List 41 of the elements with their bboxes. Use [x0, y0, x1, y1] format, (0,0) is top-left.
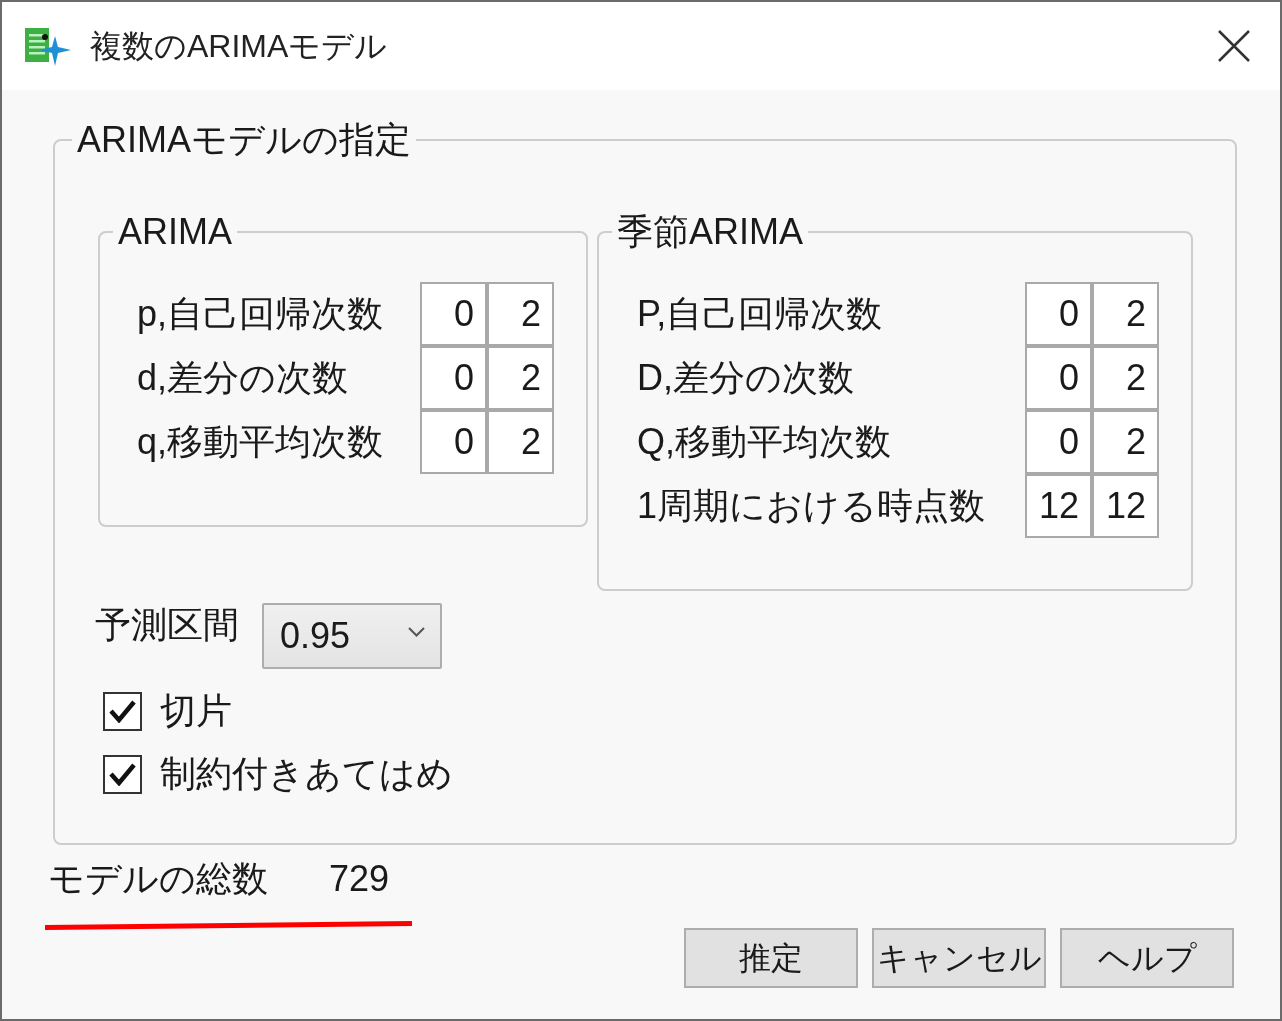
number-field[interactable]: 0 [1025, 410, 1092, 474]
number-field[interactable]: 2 [487, 346, 554, 410]
dialog-button[interactable]: ヘルプ [1060, 928, 1234, 988]
checkmark-icon [109, 762, 136, 786]
number-field[interactable]: 0 [420, 346, 487, 410]
field-label: D,差分の次数 [637, 357, 854, 398]
number-field[interactable]: 12 [1025, 474, 1092, 538]
dialog-button[interactable]: キャンセル [872, 928, 1046, 988]
number-field[interactable]: 12 [1092, 474, 1159, 538]
field-label: Q,移動平均次数 [637, 421, 891, 462]
document-star-icon [25, 26, 71, 66]
number-field[interactable]: 2 [1092, 282, 1159, 346]
number-field[interactable]: 0 [1025, 282, 1092, 346]
chevron-down-icon [408, 627, 425, 637]
close-icon[interactable] [1218, 30, 1250, 62]
number-field[interactable]: 0 [420, 282, 487, 346]
field-label: d,差分の次数 [137, 357, 349, 398]
interval-dropdown[interactable]: 0.95 [262, 603, 442, 669]
group-title: ARIMAモデルの指定 [76, 118, 412, 162]
field-label: p,自己回帰次数 [137, 293, 384, 334]
number-field[interactable]: 2 [487, 410, 554, 474]
checkbox[interactable] [103, 691, 142, 731]
model-count-value: 729 [329, 857, 390, 901]
group-title: ARIMA [117, 210, 233, 254]
field-label: 1周期における時点数 [637, 485, 986, 526]
model-count-label: モデルの総数 [48, 857, 268, 901]
checkbox-label: 切片 [160, 689, 232, 733]
field-label: P,自己回帰次数 [637, 293, 883, 334]
field-label: q,移動平均次数 [137, 421, 384, 462]
checkbox[interactable] [103, 754, 142, 794]
number-field[interactable]: 0 [1025, 346, 1092, 410]
dialog-button[interactable]: 推定 [684, 928, 858, 988]
number-field[interactable]: 0 [420, 410, 487, 474]
number-field[interactable]: 2 [487, 282, 554, 346]
window-title: 複数のARIMAモデル [90, 27, 388, 66]
number-field[interactable]: 2 [1092, 346, 1159, 410]
field-label: 予測区間 [95, 603, 240, 647]
number-field[interactable]: 2 [1092, 410, 1159, 474]
checkbox-label: 制約付きあてはめ [160, 752, 453, 796]
group-title: 季節ARIMA [616, 210, 804, 254]
checkmark-icon [109, 699, 136, 723]
